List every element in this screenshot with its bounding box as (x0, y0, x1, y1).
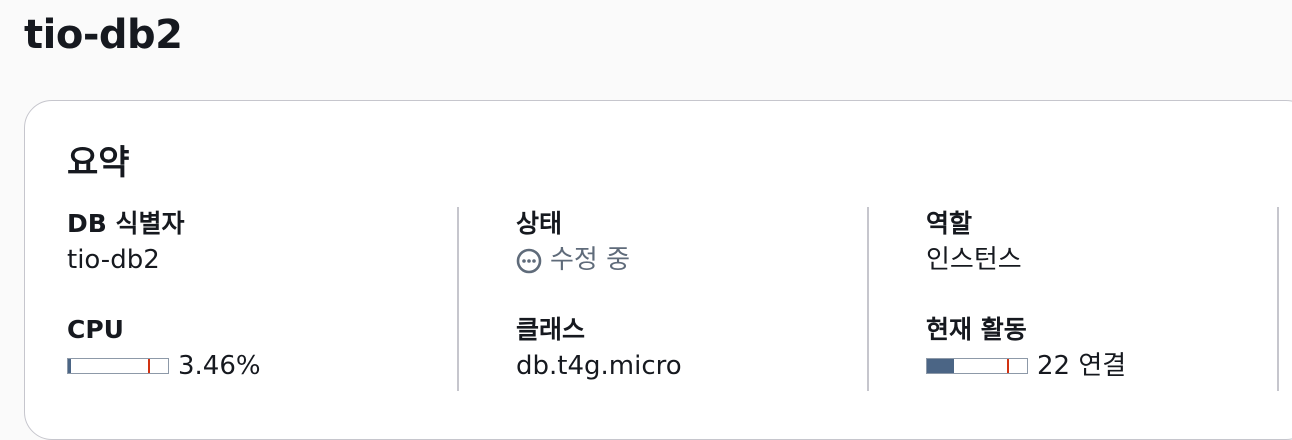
cpu-value-row: 3.46% (67, 347, 261, 385)
cpu-field: CPU 3.46% (67, 313, 261, 385)
current-activity-value: 22 연결 (1037, 351, 1127, 381)
column-divider (457, 207, 459, 391)
cpu-meter-threshold (148, 359, 150, 373)
status-value: 수정 중 (550, 245, 631, 275)
status-field: 상태 수정 중 (516, 207, 630, 279)
class-field: 클래스 db.t4g.micro (516, 313, 682, 385)
activity-meter-fill (927, 359, 954, 373)
db-identifier-label: DB 식별자 (67, 209, 185, 238)
db-identifier-field: DB 식별자 tio-db2 (67, 207, 185, 279)
current-activity-value-row: 22 연결 (926, 347, 1126, 385)
summary-panel: 요약 DB 식별자 tio-db2 CPU 3.46% 상태 수정 중 클래스 … (24, 100, 1292, 440)
summary-title: 요약 (67, 143, 130, 183)
current-activity-label: 현재 활동 (926, 315, 1027, 344)
class-value: db.t4g.micro (516, 351, 682, 381)
column-divider (1277, 207, 1279, 391)
current-activity-field: 현재 활동 22 연결 (926, 313, 1126, 385)
cpu-label: CPU (67, 315, 124, 344)
page-title: tio-db2 (24, 12, 183, 58)
cpu-meter (67, 358, 169, 374)
activity-meter (926, 358, 1028, 374)
in-progress-icon (516, 247, 542, 274)
activity-meter-threshold (1007, 359, 1009, 373)
role-label: 역할 (926, 209, 973, 238)
cpu-meter-fill (68, 359, 71, 373)
role-value: 인스턴스 (926, 245, 1022, 275)
status-value-row: 수정 중 (516, 241, 630, 279)
role-field: 역할 인스턴스 (926, 207, 1022, 279)
cpu-value: 3.46% (178, 351, 261, 381)
db-identifier-value: tio-db2 (67, 245, 160, 275)
status-label: 상태 (516, 209, 563, 238)
column-divider (867, 207, 869, 391)
class-label: 클래스 (516, 315, 586, 344)
